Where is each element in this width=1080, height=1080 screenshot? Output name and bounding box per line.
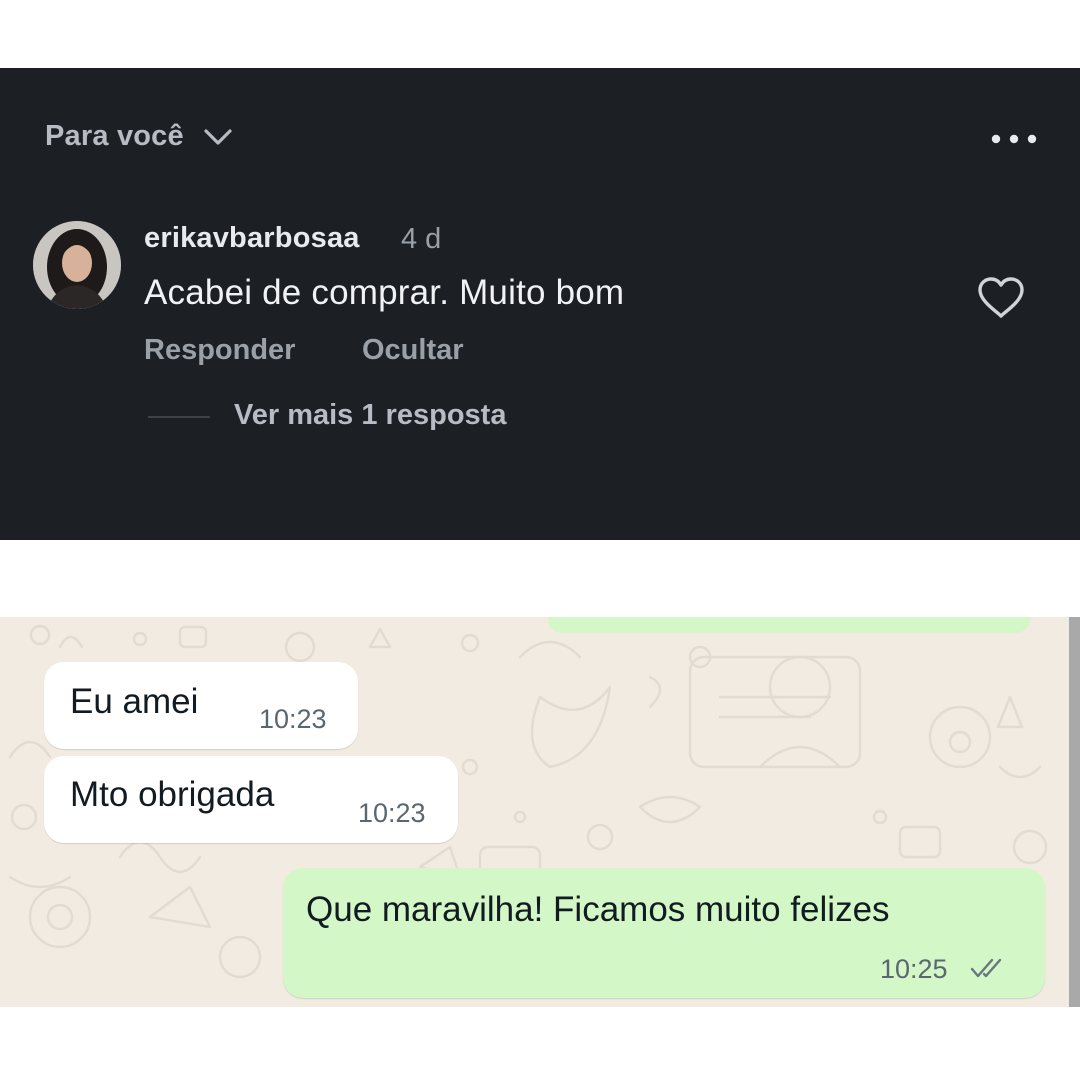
reply-button[interactable]: Responder (144, 334, 295, 367)
message-time: 10:23 (358, 798, 426, 828)
hide-button[interactable]: Ocultar (362, 334, 464, 367)
comment-time-ago: 4 d (401, 223, 442, 255)
double-check-icon (970, 958, 1002, 978)
outgoing-message[interactable]: Que maravilha! Ficamos muito felizes 10:… (283, 868, 1045, 998)
comments-panel: Para você erikavbarbosaa 4 d Acabei de c… (0, 68, 1080, 540)
avatar[interactable] (33, 221, 121, 309)
message-time: 10:25 (880, 954, 948, 984)
sort-dropdown[interactable]: Para você (45, 120, 234, 153)
more-horizontal-icon[interactable] (988, 126, 1040, 152)
replies-divider (148, 416, 210, 418)
previous-message-bubble (548, 617, 1030, 633)
message-time: 10:23 (259, 704, 327, 734)
scrollbar[interactable] (1069, 617, 1080, 1007)
avatar-photo (33, 221, 121, 309)
message-text: Mto obrigada (70, 775, 275, 814)
chevron-down-icon (204, 128, 232, 145)
comment-username[interactable]: erikavbarbosaa (144, 222, 360, 255)
chat-panel: Eu amei 10:23 Mto obrigada 10:23 Que mar… (0, 617, 1080, 1007)
comment-text: Acabei de comprar. Muito bom (144, 273, 625, 312)
message-text: Eu amei (70, 682, 199, 721)
incoming-message[interactable]: Mto obrigada 10:23 (44, 756, 458, 843)
message-text: Que maravilha! Ficamos muito felizes (306, 890, 890, 929)
sort-label: Para você (45, 120, 184, 152)
view-replies-link[interactable]: Ver mais 1 resposta (234, 399, 506, 432)
incoming-message[interactable]: Eu amei 10:23 (44, 662, 358, 749)
heart-outline-icon[interactable] (976, 276, 1026, 320)
